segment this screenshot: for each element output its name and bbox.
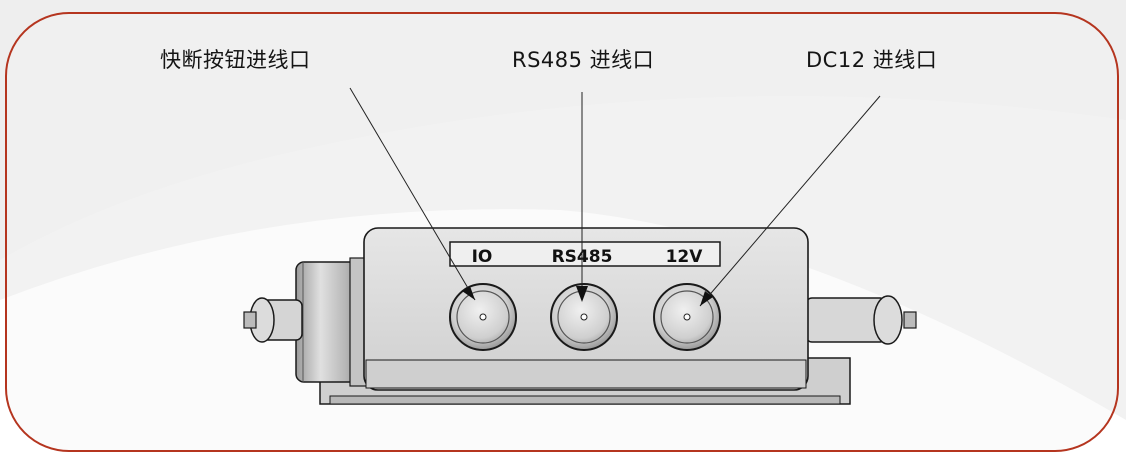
left-mounting-lug — [243, 297, 303, 343]
junction-box-illustration: IO RS485 12V — [243, 87, 917, 405]
panel-12v-label: 12V — [666, 247, 704, 267]
right-mounting-lug — [805, 295, 917, 345]
left-connector — [295, 257, 371, 387]
panel-io-label: IO — [472, 247, 493, 267]
gland-io — [449, 283, 517, 351]
